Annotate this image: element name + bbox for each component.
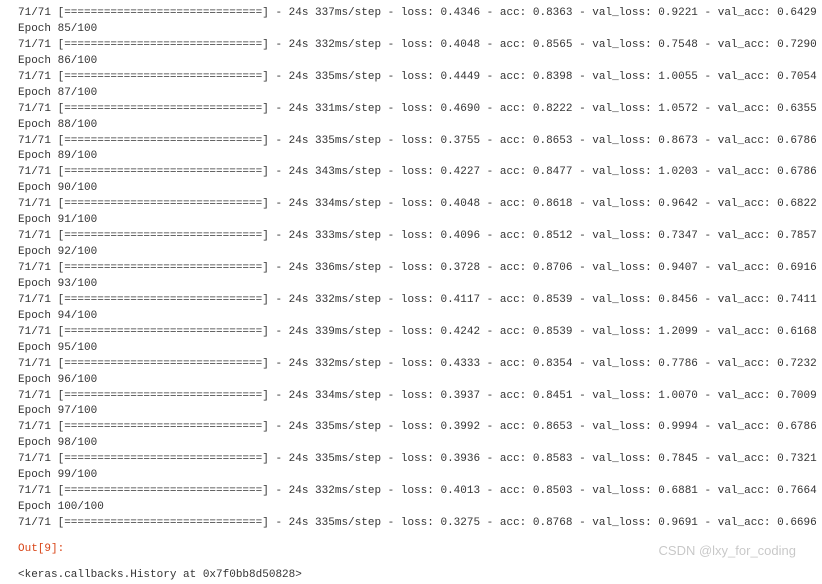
progress-line: 71/71 [==============================] -… [18, 38, 804, 54]
jupyter-out-marker: Out[9]: [18, 542, 804, 558]
progress-line: 71/71 [==============================] -… [18, 165, 804, 181]
epoch-label: Epoch 85/100 [18, 22, 804, 38]
progress-line: 71/71 [==============================] -… [18, 261, 804, 277]
epoch-label: Epoch 87/100 [18, 86, 804, 102]
progress-line: 71/71 [==============================] -… [18, 229, 804, 245]
epoch-label: Epoch 97/100 [18, 404, 804, 420]
epoch-label: Epoch 94/100 [18, 309, 804, 325]
epoch-label: Epoch 91/100 [18, 213, 804, 229]
epoch-label: Epoch 92/100 [18, 245, 804, 261]
progress-line: 71/71 [==============================] -… [18, 516, 804, 532]
progress-line: 71/71 [==============================] -… [18, 134, 804, 150]
epoch-label: Epoch 98/100 [18, 436, 804, 452]
epoch-label: Epoch 88/100 [18, 118, 804, 134]
progress-line: 71/71 [==============================] -… [18, 452, 804, 468]
epoch-label: Epoch 99/100 [18, 468, 804, 484]
progress-line: 71/71 [==============================] -… [18, 102, 804, 118]
epoch-label: Epoch 100/100 [18, 500, 804, 516]
epoch-label: Epoch 90/100 [18, 181, 804, 197]
progress-line: 71/71 [==============================] -… [18, 325, 804, 341]
progress-line: 71/71 [==============================] -… [18, 357, 804, 373]
progress-line: 71/71 [==============================] -… [18, 389, 804, 405]
progress-line: 71/71 [==============================] -… [18, 484, 804, 500]
progress-line: 71/71 [==============================] -… [18, 70, 804, 86]
training-log-output: 71/71 [==============================] -… [18, 6, 804, 532]
history-object-repr: <keras.callbacks.History at 0x7f0bb8d508… [18, 568, 804, 584]
epoch-label: Epoch 86/100 [18, 54, 804, 70]
progress-line: 71/71 [==============================] -… [18, 293, 804, 309]
epoch-label: Epoch 93/100 [18, 277, 804, 293]
epoch-label: Epoch 95/100 [18, 341, 804, 357]
epoch-label: Epoch 89/100 [18, 149, 804, 165]
progress-line: 71/71 [==============================] -… [18, 420, 804, 436]
progress-line: 71/71 [==============================] -… [18, 197, 804, 213]
epoch-label: Epoch 96/100 [18, 373, 804, 389]
progress-line: 71/71 [==============================] -… [18, 6, 804, 22]
